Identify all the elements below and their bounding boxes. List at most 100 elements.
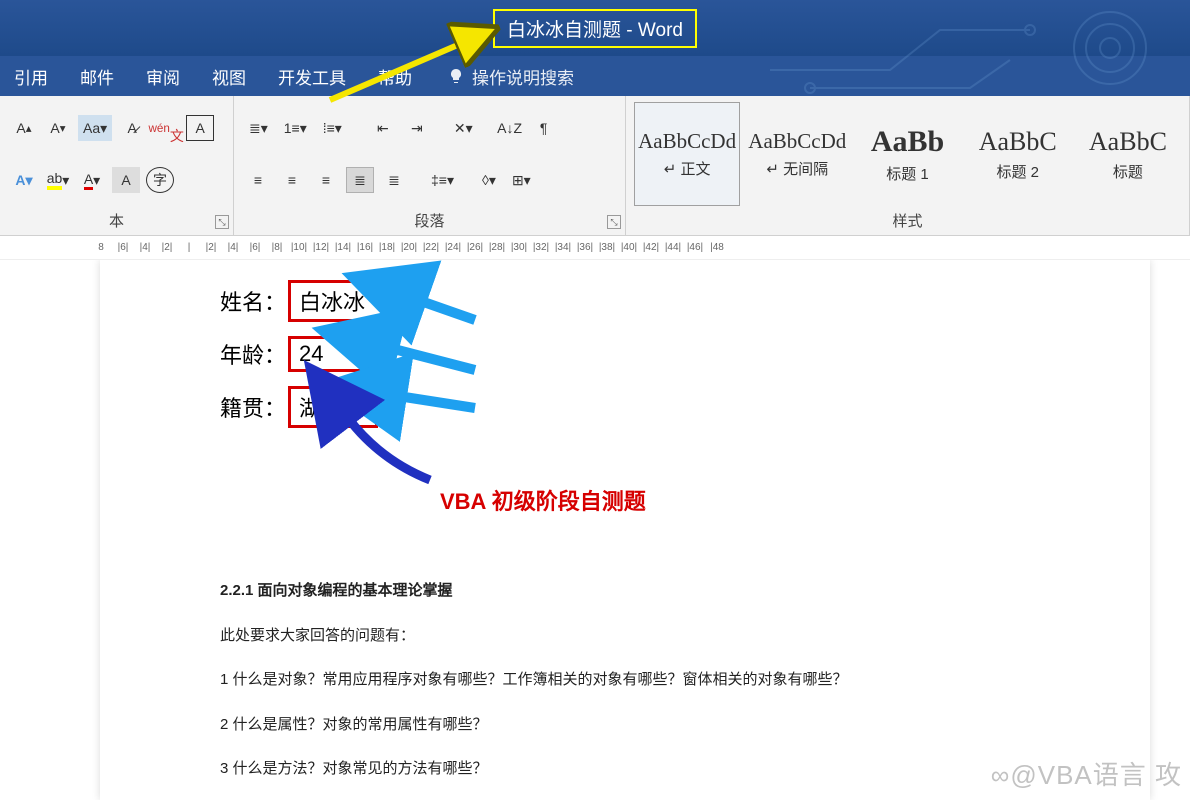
- style-name: 标题 1: [857, 163, 957, 184]
- font-color-button[interactable]: A▾: [78, 167, 106, 193]
- phonetic-guide-button[interactable]: wén文: [152, 115, 180, 141]
- ruler-tick: |10|: [288, 242, 310, 253]
- show-marks-button[interactable]: ¶: [530, 115, 558, 141]
- align-center-button[interactable]: ≡: [278, 167, 306, 193]
- increase-indent-button[interactable]: ⇥: [403, 115, 431, 141]
- align-left-button[interactable]: ≡: [244, 167, 272, 193]
- ruler-tick: |16|: [354, 242, 376, 253]
- ruler-tick: |14|: [332, 242, 354, 253]
- multilevel-list-button[interactable]: ⁞≡▾: [318, 115, 347, 141]
- tab-review[interactable]: 审阅: [144, 60, 182, 93]
- page[interactable]: 姓名： 白冰冰 年龄： 24 籍贯： 湖北 VBA 初级阶段自测题 2.2.1 …: [100, 260, 1150, 800]
- ruler-tick: |34|: [552, 242, 574, 253]
- decrease-indent-button[interactable]: ⇤: [369, 115, 397, 141]
- bullets-button[interactable]: ≣▾: [244, 115, 273, 141]
- section-221: 2.2.1 面向对象编程的基本理论掌握 此处要求大家回答的问题有： 1 什么是对…: [220, 580, 1030, 800]
- style-preview: AaBbCcDd: [747, 129, 847, 154]
- ruler-tick: |20|: [398, 242, 420, 253]
- character-shading-button[interactable]: A: [112, 167, 140, 193]
- group-font-label: 本: [10, 210, 223, 231]
- font-dialog-launcher[interactable]: ⤡: [215, 215, 229, 229]
- watermark: ∞@VBA语言 攻: [991, 755, 1182, 792]
- document-area[interactable]: 姓名： 白冰冰 年龄： 24 籍贯： 湖北 VBA 初级阶段自测题 2.2.1 …: [0, 260, 1190, 800]
- lightbulb-icon: [448, 68, 464, 84]
- shrink-font-button[interactable]: A▾: [44, 115, 72, 141]
- form-row-age: 年龄： 24: [220, 336, 1030, 372]
- style-no-spacing[interactable]: AaBbCcDd ↵ 无间隔: [744, 102, 850, 206]
- question-2: 2 什么是属性？对象的常用属性有哪些？: [220, 714, 1030, 737]
- group-styles: AaBbCcDd ↵ 正文 AaBbCcDd ↵ 无间隔 AaBb 标题 1 A…: [626, 96, 1190, 235]
- ruler-tick: |32|: [530, 242, 552, 253]
- style-heading2[interactable]: AaBbC 标题 2: [965, 102, 1071, 206]
- shading-button[interactable]: ◊▾: [477, 167, 501, 193]
- numbering-button[interactable]: 1≡▾: [279, 115, 312, 141]
- ruler-tick: |2|: [200, 242, 222, 253]
- ruler-tick: |46|: [684, 242, 706, 253]
- age-value[interactable]: 24: [288, 336, 378, 372]
- section-heading: 2.2.1 面向对象编程的基本理论掌握: [220, 580, 1030, 603]
- ruler-tick: |4|: [222, 242, 244, 253]
- character-border-button[interactable]: A: [186, 115, 214, 141]
- age-label: 年龄：: [220, 338, 288, 370]
- section-intro: 此处要求大家回答的问题有：: [220, 625, 1030, 648]
- tab-developer[interactable]: 开发工具: [276, 60, 348, 93]
- style-name: ↵ 正文: [637, 158, 737, 179]
- sort-button[interactable]: A↓Z: [496, 115, 524, 141]
- style-name: 标题 2: [968, 161, 1068, 182]
- line-spacing-button[interactable]: ‡≡▾: [426, 167, 459, 193]
- tell-me-search[interactable]: 操作说明搜索: [448, 64, 574, 89]
- place-value[interactable]: 湖北: [288, 386, 378, 428]
- group-paragraph-label: 段落: [244, 210, 615, 231]
- text-effects-button[interactable]: A▾: [10, 167, 38, 193]
- ruler-tick: |22|: [420, 242, 442, 253]
- name-value[interactable]: 白冰冰: [288, 280, 398, 322]
- align-justify-button[interactable]: ≣: [346, 167, 374, 193]
- align-distribute-button[interactable]: ≣: [380, 167, 408, 193]
- ruler-tick: |6|: [112, 242, 134, 253]
- ruler-tick: |48: [706, 242, 728, 253]
- vba-self-test-title: VBA 初级阶段自测题: [440, 484, 1030, 516]
- highlight-button[interactable]: ab▾: [44, 167, 72, 193]
- style-name: 标题: [1078, 161, 1178, 182]
- ruler-tick: |36|: [574, 242, 596, 253]
- paragraph-dialog-launcher[interactable]: ⤡: [607, 215, 621, 229]
- asian-layout-button[interactable]: ✕▾: [449, 115, 478, 141]
- align-right-button[interactable]: ≡: [312, 167, 340, 193]
- paw-icon: ∞: [991, 760, 1011, 790]
- tab-view[interactable]: 视图: [210, 60, 248, 93]
- ruler-tick: |42|: [640, 242, 662, 253]
- title-bar: 白冰冰自测题 - Word: [0, 0, 1190, 56]
- form-row-name: 姓名： 白冰冰: [220, 280, 1030, 322]
- enclose-characters-button[interactable]: 字: [146, 167, 174, 193]
- style-normal[interactable]: AaBbCcDd ↵ 正文: [634, 102, 740, 206]
- question-1: 1 什么是对象？常用应用程序对象有哪些？工作簿相关的对象有哪些？窗体相关的对象有…: [220, 669, 1030, 692]
- change-case-button[interactable]: Aa▾: [78, 115, 112, 141]
- style-preview: AaBbC: [1078, 127, 1178, 157]
- style-title[interactable]: AaBbC 标题: [1075, 102, 1181, 206]
- ruler-tick: |6|: [244, 242, 266, 253]
- tab-help[interactable]: 帮助: [376, 60, 414, 93]
- ruler-tick: |38|: [596, 242, 618, 253]
- place-label: 籍贯：: [220, 391, 288, 423]
- ruler-tick: |24|: [442, 242, 464, 253]
- ruler-tick: |2|: [156, 242, 178, 253]
- ruler-tick: 8: [90, 242, 112, 253]
- ruler-tick: |: [178, 242, 200, 253]
- window-title: 白冰冰自测题 - Word: [493, 9, 697, 48]
- name-label: 姓名：: [220, 285, 288, 317]
- ruler-tick: |18|: [376, 242, 398, 253]
- style-name: ↵ 无间隔: [747, 158, 847, 179]
- borders-button[interactable]: ⊞▾: [507, 167, 536, 193]
- ruler-tick: |28|: [486, 242, 508, 253]
- grow-font-button[interactable]: A▴: [10, 115, 38, 141]
- style-preview: AaBbCcDd: [637, 129, 737, 154]
- clear-formatting-button[interactable]: A̷: [118, 115, 146, 141]
- ruler-tick: |44|: [662, 242, 684, 253]
- ruler-tick: |30|: [508, 242, 530, 253]
- ruler-tick: |26|: [464, 242, 486, 253]
- tab-mailings[interactable]: 邮件: [78, 60, 116, 93]
- ruler[interactable]: 8 |6| |4| |2| | |2| |4| |6| |8| |10| |12…: [0, 236, 1190, 260]
- tab-references[interactable]: 引用: [12, 60, 50, 93]
- tell-me-label: 操作说明搜索: [472, 64, 574, 89]
- style-heading1[interactable]: AaBb 标题 1: [854, 102, 960, 206]
